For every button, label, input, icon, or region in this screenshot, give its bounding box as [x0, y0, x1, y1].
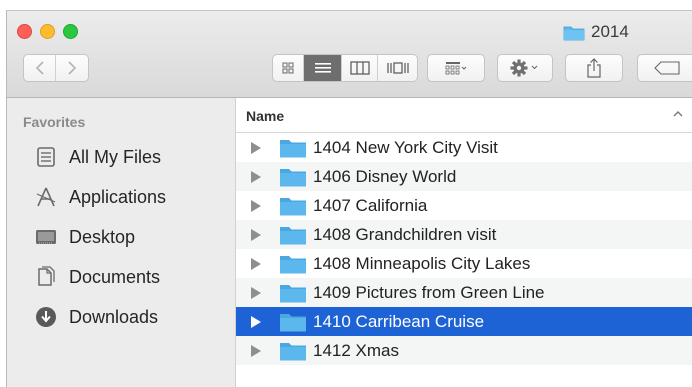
disclosure-triangle-icon[interactable]	[251, 200, 261, 212]
name-column-header[interactable]: Name	[236, 98, 692, 133]
chevron-right-icon	[68, 61, 77, 75]
sidebar-item-label: Documents	[69, 266, 161, 287]
disclosure-triangle-icon[interactable]	[251, 142, 261, 154]
desktop-icon	[36, 230, 56, 244]
cover-flow-button[interactable]	[378, 55, 417, 81]
file-row[interactable]: 1412 Xmas	[236, 336, 692, 365]
folder-icon	[280, 140, 306, 158]
disclosure-triangle-icon[interactable]	[251, 316, 261, 328]
disclosure-triangle-icon[interactable]	[251, 229, 261, 241]
file-name: 1408 Grandchildren visit	[313, 225, 497, 244]
file-row[interactable]: 1408 Grandchildren visit	[236, 220, 692, 249]
disclosure-triangle-icon[interactable]	[251, 287, 261, 299]
file-name: 1409 Pictures from Green Line	[313, 283, 545, 302]
forward-button[interactable]	[56, 55, 88, 81]
file-row[interactable]: 1409 Pictures from Green Line	[236, 278, 692, 307]
share-button[interactable]	[565, 54, 623, 82]
folder-icon	[280, 256, 306, 274]
file-list: Name 1404 New York City Visit 1406 Disney…	[236, 98, 692, 387]
all-my-files-icon	[37, 147, 55, 167]
close-window-button[interactable]	[17, 24, 32, 39]
share-icon	[587, 58, 601, 78]
folder-icon	[280, 169, 306, 187]
tag-icon	[654, 61, 680, 75]
chevron-left-icon	[35, 61, 44, 75]
sidebar-item-label: Applications	[69, 186, 167, 207]
folder-icon	[563, 26, 585, 40]
zoom-window-button[interactable]	[63, 24, 78, 39]
toolbar: 2014	[7, 11, 692, 98]
applications-icon	[36, 187, 56, 207]
sidebar-item-label: Downloads	[69, 306, 159, 327]
icon-view-icon	[282, 62, 294, 74]
icon-view-button[interactable]	[273, 55, 304, 81]
view-mode-control	[272, 54, 418, 82]
sidebar-item-all-my-files[interactable]: All My Files	[35, 142, 161, 172]
file-row[interactable]: 1404 New York City Visit	[236, 133, 692, 162]
sidebar-item-applications[interactable]: Applications	[35, 182, 166, 212]
sort-ascending-icon	[673, 111, 683, 117]
column-view-icon	[349, 61, 370, 75]
column-header-label: Name	[246, 108, 285, 124]
window-title: 2014	[563, 21, 629, 43]
downloads-icon	[36, 307, 56, 327]
file-name: 1406 Disney World	[313, 167, 457, 186]
column-view-button[interactable]	[342, 55, 378, 81]
folder-icon	[280, 285, 306, 303]
disclosure-triangle-icon[interactable]	[251, 258, 261, 270]
file-row[interactable]: 1410 Carribean Cruise	[236, 307, 692, 336]
file-name: 1407 California	[313, 196, 428, 215]
minimize-window-button[interactable]	[40, 24, 55, 39]
folder-icon	[280, 227, 306, 245]
window-title-text: 2014	[591, 22, 629, 41]
file-name: 1412 Xmas	[313, 341, 399, 360]
gear-icon	[510, 59, 538, 77]
sidebar-item-documents[interactable]: Documents	[35, 262, 160, 292]
folder-icon	[280, 314, 306, 332]
disclosure-triangle-icon[interactable]	[251, 171, 261, 183]
file-row[interactable]: 1406 Disney World	[236, 162, 692, 191]
group-by-icon	[445, 62, 467, 75]
file-name: 1404 New York City Visit	[313, 138, 498, 157]
documents-icon	[38, 266, 55, 286]
file-name: 1408 Minneapolis City Lakes	[313, 254, 531, 273]
sidebar-item-desktop[interactable]: Desktop	[35, 222, 135, 252]
back-button[interactable]	[24, 55, 57, 81]
list-view-button[interactable]	[304, 55, 342, 81]
tag-button[interactable]	[637, 54, 692, 82]
file-name: 1410 Carribean Cruise	[313, 312, 485, 331]
back-forward-control	[23, 54, 89, 82]
sidebar: Favorites All My Files Applications Desk…	[7, 98, 236, 387]
sidebar-item-label: Desktop	[69, 226, 136, 247]
cover-flow-icon	[386, 62, 409, 74]
sidebar-heading: Favorites	[23, 114, 86, 130]
folder-icon	[280, 198, 306, 216]
file-row[interactable]: 1407 California	[236, 191, 692, 220]
disclosure-triangle-icon[interactable]	[251, 345, 261, 357]
file-row[interactable]: 1408 Minneapolis City Lakes	[236, 249, 692, 278]
list-view-icon	[314, 63, 331, 73]
action-button[interactable]	[497, 54, 553, 82]
folder-icon	[280, 343, 306, 361]
sidebar-item-downloads[interactable]: Downloads	[35, 302, 158, 332]
sidebar-item-label: All My Files	[69, 146, 162, 167]
group-by-button[interactable]	[427, 54, 485, 82]
finder-window: 2014 Favorites All My Files Applications…	[6, 10, 692, 387]
